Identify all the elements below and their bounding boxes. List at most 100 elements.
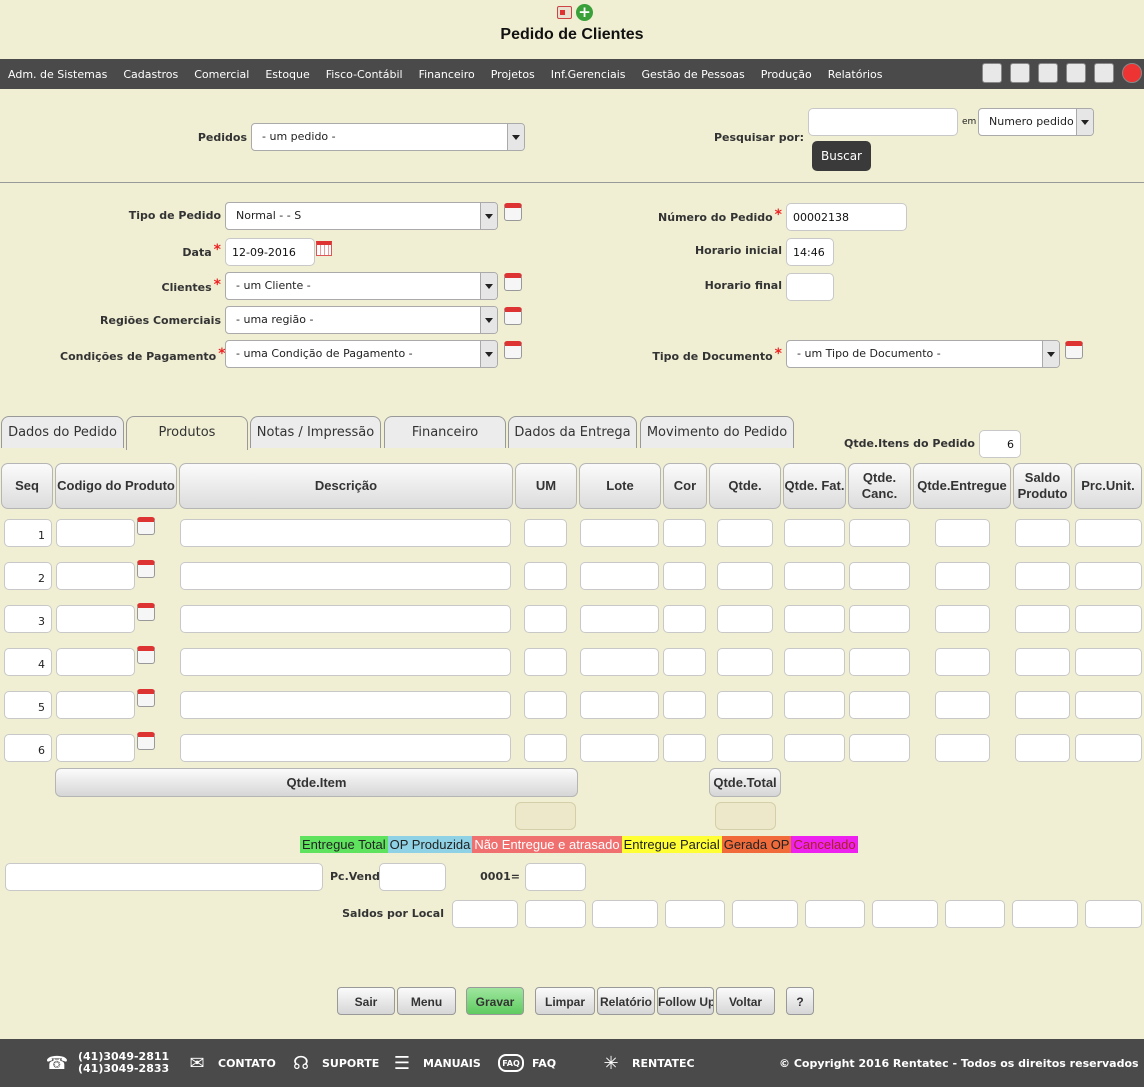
- cor-input[interactable]: [663, 562, 706, 590]
- codigo-input[interactable]: [56, 562, 135, 590]
- faq-link[interactable]: FAQ: [532, 1057, 556, 1070]
- add-icon[interactable]: +: [576, 4, 593, 21]
- calendar-icon[interactable]: [504, 341, 522, 359]
- pc-venda-input[interactable]: [379, 863, 446, 891]
- save-icon[interactable]: [1010, 63, 1030, 83]
- data-input[interactable]: 12-09-2016: [225, 238, 315, 266]
- calendar-icon[interactable]: [504, 203, 522, 221]
- list-icon[interactable]: [1066, 63, 1086, 83]
- saldo-produto-input[interactable]: [1015, 734, 1070, 762]
- tab-dados-pedido[interactable]: Dados do Pedido: [1, 416, 124, 448]
- code-0001-input[interactable]: [525, 863, 586, 891]
- help-icon[interactable]: [1094, 63, 1114, 83]
- qtde-item-button[interactable]: Qtde.Item: [55, 768, 578, 797]
- tipo-documento-select[interactable]: - um Tipo de Documento -: [786, 340, 1060, 368]
- relatorio-button[interactable]: Relatório: [597, 987, 655, 1015]
- um-input[interactable]: [524, 648, 567, 676]
- menu-item-gestao-pessoas[interactable]: Gestão de Pessoas: [642, 68, 745, 81]
- saldo-produto-input[interactable]: [1015, 562, 1070, 590]
- prc-unit-input[interactable]: [1075, 605, 1142, 633]
- lote-input[interactable]: [580, 605, 659, 633]
- regioes-select[interactable]: - uma região -: [225, 306, 498, 334]
- cor-input[interactable]: [663, 648, 706, 676]
- calendar-icon[interactable]: [504, 307, 522, 325]
- um-input[interactable]: [524, 734, 567, 762]
- col-qtde-fat[interactable]: Qtde. Fat.: [783, 463, 846, 509]
- suporte-link[interactable]: SUPORTE: [322, 1057, 379, 1070]
- cor-input[interactable]: [663, 734, 706, 762]
- codigo-input[interactable]: [56, 691, 135, 719]
- descricao-input[interactable]: [180, 648, 511, 676]
- horario-inicial-input[interactable]: 14:46: [786, 238, 834, 266]
- calendar-icon[interactable]: [137, 560, 155, 578]
- um-input[interactable]: [524, 605, 567, 633]
- qtde-canc-input[interactable]: [849, 691, 910, 719]
- limpar-button[interactable]: Limpar: [535, 987, 595, 1015]
- qtde-fat-input[interactable]: [784, 519, 845, 547]
- qtde-entregue-input[interactable]: [935, 734, 990, 762]
- condicoes-select[interactable]: - uma Condição de Pagamento -: [225, 340, 498, 368]
- col-um[interactable]: UM: [515, 463, 577, 509]
- menu-item-relatorios[interactable]: Relatórios: [828, 68, 883, 81]
- qtde-input[interactable]: [717, 519, 773, 547]
- col-codigo-produto[interactable]: Codigo do Produto: [55, 463, 177, 509]
- col-descricao[interactable]: Descrição: [179, 463, 513, 509]
- lote-input[interactable]: [580, 519, 659, 547]
- col-prc-unit[interactable]: Prc.Unit.: [1074, 463, 1142, 509]
- um-input[interactable]: [524, 562, 567, 590]
- saldo-local-input[interactable]: [732, 900, 798, 928]
- qtde-input[interactable]: [717, 648, 773, 676]
- menu-item-fisco[interactable]: Fisco-Contábil: [326, 68, 403, 81]
- search-field-select[interactable]: Numero pedido: [978, 108, 1094, 136]
- prc-unit-input[interactable]: [1075, 691, 1142, 719]
- tipo-pedido-select[interactable]: Normal - - S: [225, 202, 498, 230]
- qtde-fat-input[interactable]: [784, 605, 845, 633]
- menu-item-producao[interactable]: Produção: [761, 68, 812, 81]
- menu-item-projetos[interactable]: Projetos: [491, 68, 535, 81]
- pedidos-select[interactable]: - um pedido -: [251, 123, 525, 151]
- exit-icon[interactable]: [1122, 63, 1142, 83]
- prc-unit-input[interactable]: [1075, 734, 1142, 762]
- um-input[interactable]: [524, 691, 567, 719]
- qtde-input[interactable]: [717, 562, 773, 590]
- footer-rentatec[interactable]: ✳ RENTATEC: [598, 1039, 695, 1087]
- qtde-fat-input[interactable]: [784, 734, 845, 762]
- footer-suporte[interactable]: ☊ SUPORTE: [288, 1039, 379, 1087]
- qtde-input[interactable]: [717, 605, 773, 633]
- calendar-icon[interactable]: [1065, 341, 1083, 359]
- numero-pedido-input[interactable]: 00002138: [786, 203, 907, 231]
- lote-input[interactable]: [580, 562, 659, 590]
- report-icon[interactable]: [557, 6, 572, 19]
- tab-dados-entrega[interactable]: Dados da Entrega: [508, 416, 637, 448]
- saldo-local-input[interactable]: [592, 900, 658, 928]
- tab-produtos[interactable]: Produtos: [126, 416, 248, 450]
- calendar-icon[interactable]: [137, 689, 155, 707]
- um-input[interactable]: [524, 519, 567, 547]
- qtde-fat-input[interactable]: [784, 648, 845, 676]
- footer-manuais[interactable]: ☰ MANUAIS: [389, 1039, 481, 1087]
- footer-faq[interactable]: FAQ FAQ: [498, 1039, 556, 1087]
- menu-item-inf-gerenciais[interactable]: Inf.Gerenciais: [551, 68, 626, 81]
- cor-input[interactable]: [663, 519, 706, 547]
- horario-final-input[interactable]: [786, 273, 834, 301]
- manuais-link[interactable]: MANUAIS: [423, 1057, 481, 1070]
- saldo-produto-input[interactable]: [1015, 519, 1070, 547]
- saldo-local-input[interactable]: [525, 900, 586, 928]
- col-saldo-produto[interactable]: Saldo Produto: [1013, 463, 1072, 509]
- buscar-button[interactable]: Buscar: [812, 141, 871, 171]
- tab-movimento-pedido[interactable]: Movimento do Pedido: [640, 416, 794, 448]
- qtde-input[interactable]: [717, 691, 773, 719]
- rentatec-link[interactable]: RENTATEC: [632, 1057, 695, 1070]
- qtde-fat-input[interactable]: [784, 691, 845, 719]
- clientes-select[interactable]: - um Cliente -: [225, 272, 498, 300]
- help-button[interactable]: ?: [786, 987, 814, 1015]
- menu-item-financeiro[interactable]: Financeiro: [419, 68, 475, 81]
- date-picker-icon[interactable]: [316, 241, 332, 256]
- qtde-canc-input[interactable]: [849, 648, 910, 676]
- saldo-local-input[interactable]: [1012, 900, 1078, 928]
- calendar-icon[interactable]: [137, 646, 155, 664]
- qtde-canc-input[interactable]: [849, 605, 910, 633]
- menu-item-comercial[interactable]: Comercial: [194, 68, 249, 81]
- cor-input[interactable]: [663, 605, 706, 633]
- codigo-input[interactable]: [56, 519, 135, 547]
